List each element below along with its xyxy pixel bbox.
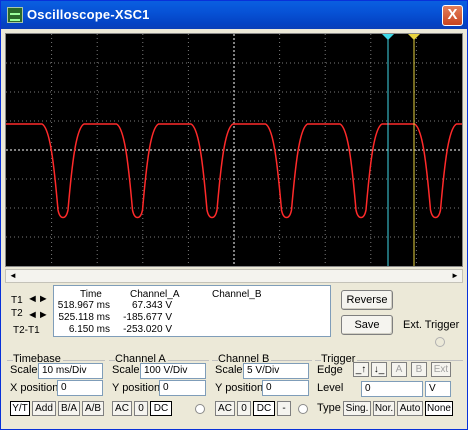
edge-a-button[interactable]: A [391,362,407,377]
channel-b-ac-button[interactable]: AC [215,401,235,416]
t2-t1-label: T2-T1 [13,325,40,336]
ext-trigger-terminal[interactable] [435,337,445,347]
x-position-label: X position [10,382,59,394]
type-none-button[interactable]: None [425,401,453,416]
channel-a-scale-label: Scale [112,364,140,376]
timebase-scale-field[interactable]: 10 ms/Div [38,363,103,379]
close-button[interactable]: X [442,5,463,26]
reverse-button[interactable]: Reverse [341,290,393,310]
channel-a-scale-field[interactable]: 100 V/Div [140,363,206,379]
type-auto-button[interactable]: Auto [397,401,423,416]
channel-b-terminal[interactable] [298,404,308,414]
title-bar[interactable]: Oscilloscope-XSC1 X [1,1,467,29]
type-normal-button[interactable]: Nor. [373,401,395,416]
timebase-group: Timebase Scale 10 ms/Div X position 0 Y/… [7,353,105,417]
oscilloscope-icon [7,7,23,23]
scroll-left-icon[interactable]: ◄ [6,270,20,282]
type-single-button[interactable]: Sing. [343,401,371,416]
channel-b-group: Channel B Scale 5 V/Div Y position 0 AC … [212,353,312,417]
edge-label: Edge [317,364,343,376]
scroll-right-icon[interactable]: ► [448,270,462,282]
horizontal-scrollbar[interactable]: ◄ ► [5,269,463,283]
trigger-group: Trigger Edge _↑ ↓_ A B Ext Level 0 V Typ… [315,353,463,417]
channel-a-ypos-field[interactable]: 0 [159,380,206,396]
channel-b-scale-field[interactable]: 5 V/Div [243,363,309,379]
mode-ab-button[interactable]: A/B [82,401,104,416]
channel-b-ypos-field[interactable]: 0 [262,380,309,396]
channel-b-dc-button[interactable]: DC [253,401,275,416]
edge-ext-button[interactable]: Ext [431,362,451,377]
channel-b-ypos-label: Y position [215,382,264,394]
measurement-readout: Time Channel_A Channel_B 518.967 ms 67.3… [53,285,331,337]
channel-a-zero-button[interactable]: 0 [134,401,148,416]
scope-screen[interactable] [5,33,463,267]
t2-time: 525.118 ms [58,312,110,323]
t1-channel-a: 67.343 V [131,300,172,311]
mode-yt-button[interactable]: Y/T [10,401,30,416]
falling-edge-icon[interactable]: ↓_ [371,362,387,377]
scope-display [6,34,462,266]
mode-add-button[interactable]: Add [32,401,56,416]
level-unit-field[interactable]: V [425,381,451,397]
channel-a-ypos-label: Y position [112,382,161,394]
t2-t1-channel-a: -253.020 V [123,324,172,335]
ext-trigger-label: Ext. Trigger [403,319,460,331]
cursor-t1-handle-icon[interactable] [382,34,394,40]
t1-arrows-icon[interactable]: ◄► [27,294,51,306]
channel-b-zero-button[interactable]: 0 [237,401,251,416]
timebase-scale-label: Scale [10,364,38,376]
channel-b-scale-label: Scale [215,364,243,376]
window-title: Oscilloscope-XSC1 [27,7,150,22]
t2-t1-time: 6.150 ms [68,324,110,335]
t1-time: 518.967 ms [57,300,110,311]
level-label: Level [317,382,344,394]
channel-b-header: Channel_B [212,289,262,300]
channel-b-minus-button[interactable]: - [277,401,291,416]
channel-a-terminal[interactable] [195,404,205,414]
channel-a-ac-button[interactable]: AC [112,401,132,416]
channel-a-group: Channel A Scale 100 V/Div Y position 0 A… [109,353,209,417]
t1-label: T1 [11,295,23,306]
mode-ba-button[interactable]: B/A [58,401,80,416]
t2-arrows-icon[interactable]: ◄► [27,310,51,322]
channel-a-dc-button[interactable]: DC [150,401,172,416]
time-header: Time [80,289,102,300]
cursor-t2-handle-icon[interactable] [408,34,420,40]
oscilloscope-window: Oscilloscope-XSC1 X ◄ ► T1 ◄► T2 ◄► T2-T… [0,0,468,430]
x-position-field[interactable]: 0 [57,380,103,396]
save-button[interactable]: Save [341,315,393,335]
t2-channel-a: -185.677 V [123,312,172,323]
t2-label: T2 [11,308,23,319]
type-label: Type [317,402,341,414]
channel-a-header: Channel_A [130,289,180,300]
level-field[interactable]: 0 [361,381,423,397]
rising-edge-icon[interactable]: _↑ [353,362,369,377]
edge-b-button[interactable]: B [411,362,427,377]
